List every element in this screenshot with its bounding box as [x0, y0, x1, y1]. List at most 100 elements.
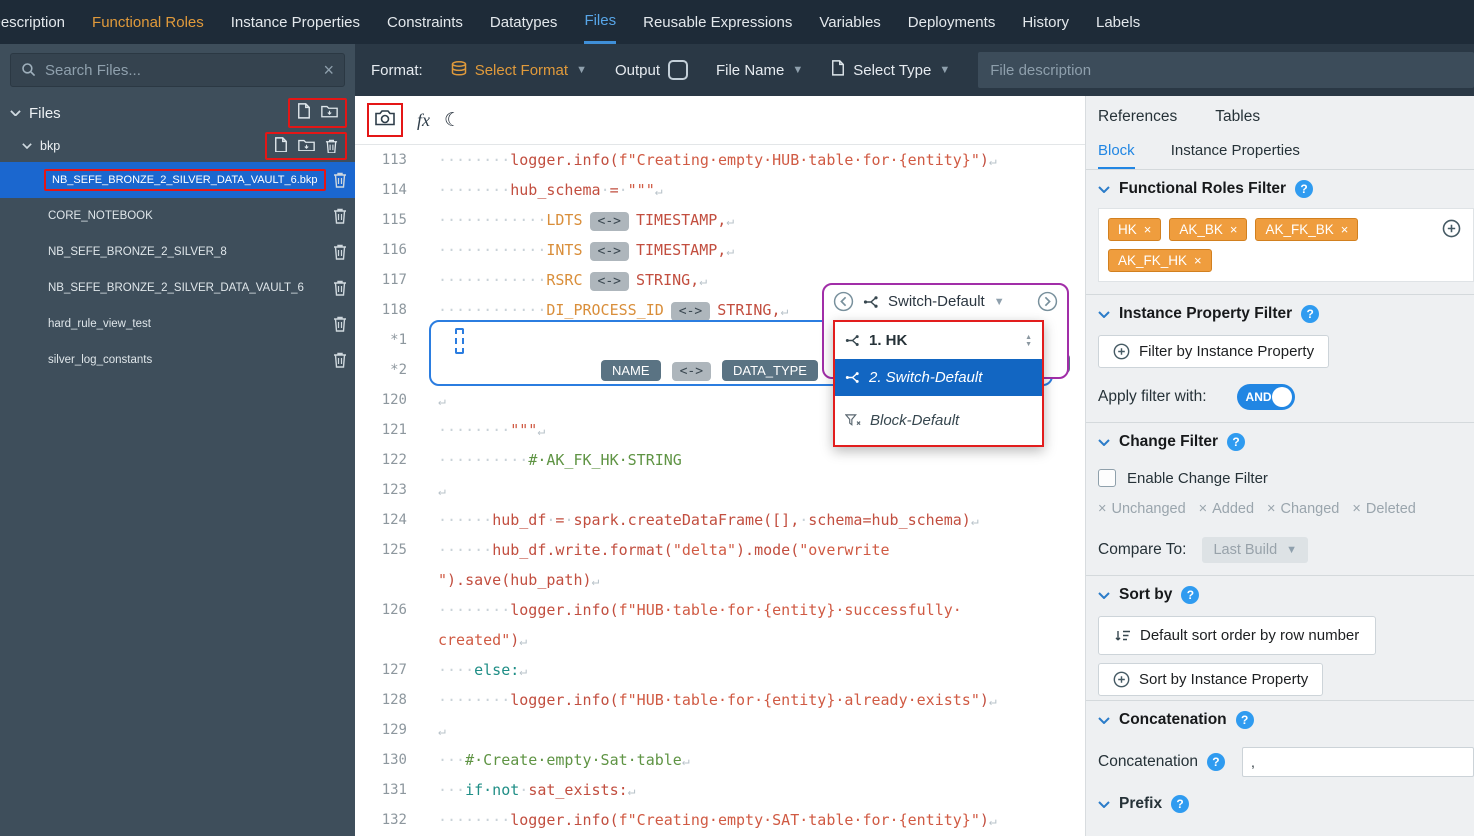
search-box[interactable]: × [10, 53, 345, 87]
trash-icon[interactable] [333, 172, 347, 188]
camera-icon[interactable] [375, 109, 395, 131]
select-type-dropdown[interactable]: Select Type ▼ [831, 60, 950, 80]
tab-references[interactable]: References [1098, 108, 1177, 126]
functional-role-tag[interactable]: HK × [1108, 218, 1162, 241]
remove-tag-icon[interactable]: × [1194, 253, 1202, 268]
tab-labels[interactable]: Labels [1096, 0, 1140, 44]
file-item[interactable]: NB_SEFE_BRONZE_2_SILVER_DATA_VAULT_6 [0, 270, 355, 306]
help-icon[interactable]: ? [1206, 753, 1225, 771]
file-name-dropdown[interactable]: File Name ▼ [716, 62, 803, 79]
help-icon[interactable]: ? [1301, 305, 1320, 323]
code-line[interactable]: ").save(hub_path)↵ [355, 565, 1085, 595]
code-line[interactable]: 122 ··········#·AK_FK_HK·STRING [355, 445, 1085, 475]
help-icon[interactable]: ? [1171, 795, 1190, 813]
tab-instance-properties[interactable]: Instance Properties [231, 0, 360, 44]
and-or-toggle[interactable]: AND [1236, 384, 1295, 410]
tab-block[interactable]: Block [1098, 142, 1135, 169]
chevron-down-icon[interactable] [1098, 310, 1110, 318]
default-sort-order-button[interactable]: Default sort order by row number [1098, 616, 1377, 655]
code-line[interactable]: 129 ↵ [355, 715, 1085, 745]
code-line[interactable]: 113 ········logger.info(f"Creating·empty·… [355, 145, 1085, 175]
tab-reusable-expressions[interactable]: Reusable Expressions [643, 0, 792, 44]
trash-icon[interactable] [333, 316, 347, 332]
functional-role-tag[interactable]: AK_FK_BK × [1255, 218, 1359, 241]
file-item[interactable]: CORE_NOTEBOOK [0, 198, 355, 234]
code-line[interactable]: 130 ···#·Create·empty·Sat·table↵ [355, 745, 1085, 775]
chevron-down-icon[interactable] [1098, 716, 1110, 724]
section-header[interactable]: Sort by ? [1086, 576, 1474, 612]
trash-icon[interactable] [325, 139, 338, 154]
dark-mode-moon-icon[interactable]: ☾ [444, 109, 461, 132]
help-icon[interactable]: ? [1227, 433, 1246, 451]
trash-icon[interactable] [333, 208, 347, 224]
trash-icon[interactable] [333, 244, 347, 260]
tab-files[interactable]: Files [584, 0, 617, 44]
chevron-down-icon[interactable] [1098, 438, 1110, 446]
import-folder-icon[interactable] [298, 138, 315, 155]
tab-deployments[interactable]: Deployments [908, 0, 996, 44]
add-role-icon[interactable] [1442, 219, 1461, 238]
code-line[interactable]: 128 ········logger.info(f"HUB·table·for·{… [355, 685, 1085, 715]
chevron-down-icon[interactable] [1098, 185, 1110, 193]
help-icon[interactable]: ? [1181, 586, 1200, 604]
select-format-dropdown[interactable]: Select Format ▼ [451, 60, 587, 80]
sort-by-instance-property-button[interactable]: Sort by Instance Property [1098, 663, 1324, 696]
file-description-input[interactable] [978, 52, 1474, 88]
help-icon[interactable]: ? [1235, 711, 1254, 729]
output-checkbox[interactable] [667, 60, 688, 80]
dropdown-item-hk[interactable]: 1. HK ▲ ▼ [835, 322, 1042, 359]
chevron-down-icon[interactable] [1098, 800, 1110, 808]
code-line[interactable]: 123 ↵ [355, 475, 1085, 505]
code-line[interactable]: 124 ······hub_df·=·spark.createDataFrame(… [355, 505, 1085, 535]
remove-tag-icon[interactable]: × [1341, 222, 1349, 237]
code-line[interactable]: 131 ···if·not·sat_exists:↵ [355, 775, 1085, 805]
filter-by-instance-property-button[interactable]: Filter by Instance Property [1098, 335, 1330, 368]
code-line[interactable]: 132 ········logger.info(f"Creating·empty·… [355, 805, 1085, 835]
trash-icon[interactable] [333, 280, 347, 296]
section-header[interactable]: Instance Property Filter ? [1086, 295, 1474, 331]
reorder-spinner-icon[interactable]: ▲ ▼ [1025, 334, 1032, 348]
dropdown-item-block-default[interactable]: Block-Default [835, 396, 1042, 445]
code-line[interactable]: 115 ············LDTS <-> TIMESTAMP,↵ [355, 205, 1085, 235]
tab-functional-roles[interactable]: Functional Roles [92, 0, 204, 44]
tab-constraints[interactable]: Constraints [387, 0, 463, 44]
remove-tag-icon[interactable]: × [1144, 222, 1152, 237]
formula-icon[interactable]: fx [417, 110, 430, 131]
next-arrow-icon[interactable] [1037, 291, 1058, 312]
file-item[interactable]: silver_log_constants [0, 342, 355, 378]
tree-root-files[interactable]: Files [0, 96, 355, 130]
help-icon[interactable]: ? [1295, 180, 1314, 198]
code-line[interactable]: 125 ······hub_df.write.format("delta").mo… [355, 535, 1085, 565]
section-header[interactable]: Concatenation ? [1086, 701, 1474, 737]
file-item[interactable]: hard_rule_view_test [0, 306, 355, 342]
concatenation-input[interactable] [1241, 747, 1474, 777]
chevron-down-icon[interactable]: ▼ [994, 296, 1005, 308]
code-line[interactable]: 126 ········logger.info(f"HUB·table·for·{… [355, 595, 1085, 625]
file-item[interactable]: NB_SEFE_BRONZE_2_SILVER_DATA_VAULT_6.bkp [0, 162, 355, 198]
new-file-icon[interactable] [274, 136, 288, 156]
functional-role-tag[interactable]: AK_FK_HK × [1108, 249, 1212, 272]
code-line[interactable]: 114 ········hub_schema·=·"""↵ [355, 175, 1085, 205]
chevron-down-icon[interactable] [10, 110, 21, 117]
enable-change-filter-checkbox[interactable] [1098, 469, 1116, 487]
functional-role-tag[interactable]: AK_BK × [1169, 218, 1248, 241]
compare-to-select[interactable]: Last Build ▼ [1202, 537, 1309, 563]
tab-instance-properties[interactable]: Instance Properties [1171, 142, 1300, 169]
code-line[interactable]: 116 ············INTS <-> TIMESTAMP,↵ [355, 235, 1085, 265]
tab-history[interactable]: History [1022, 0, 1069, 44]
code-line[interactable]: 127 ····else:↵ [355, 655, 1085, 685]
chevron-down-icon[interactable] [22, 143, 32, 149]
chevron-down-icon[interactable] [1098, 591, 1110, 599]
selected-mapping-label[interactable]: Switch-Default [888, 293, 985, 310]
import-folder-icon[interactable] [321, 104, 338, 122]
new-file-icon[interactable] [297, 103, 311, 123]
search-files-input[interactable] [45, 61, 316, 79]
tab-description[interactable]: Description [0, 0, 65, 44]
remove-tag-icon[interactable]: × [1230, 222, 1238, 237]
tab-variables[interactable]: Variables [819, 0, 880, 44]
clear-search-icon[interactable]: × [323, 61, 334, 79]
code-line[interactable]: created")↵ [355, 625, 1085, 655]
file-item[interactable]: NB_SEFE_BRONZE_2_SILVER_8 [0, 234, 355, 270]
dropdown-item-switch-default[interactable]: 2. Switch-Default [835, 359, 1042, 396]
tab-tables[interactable]: Tables [1215, 108, 1260, 126]
